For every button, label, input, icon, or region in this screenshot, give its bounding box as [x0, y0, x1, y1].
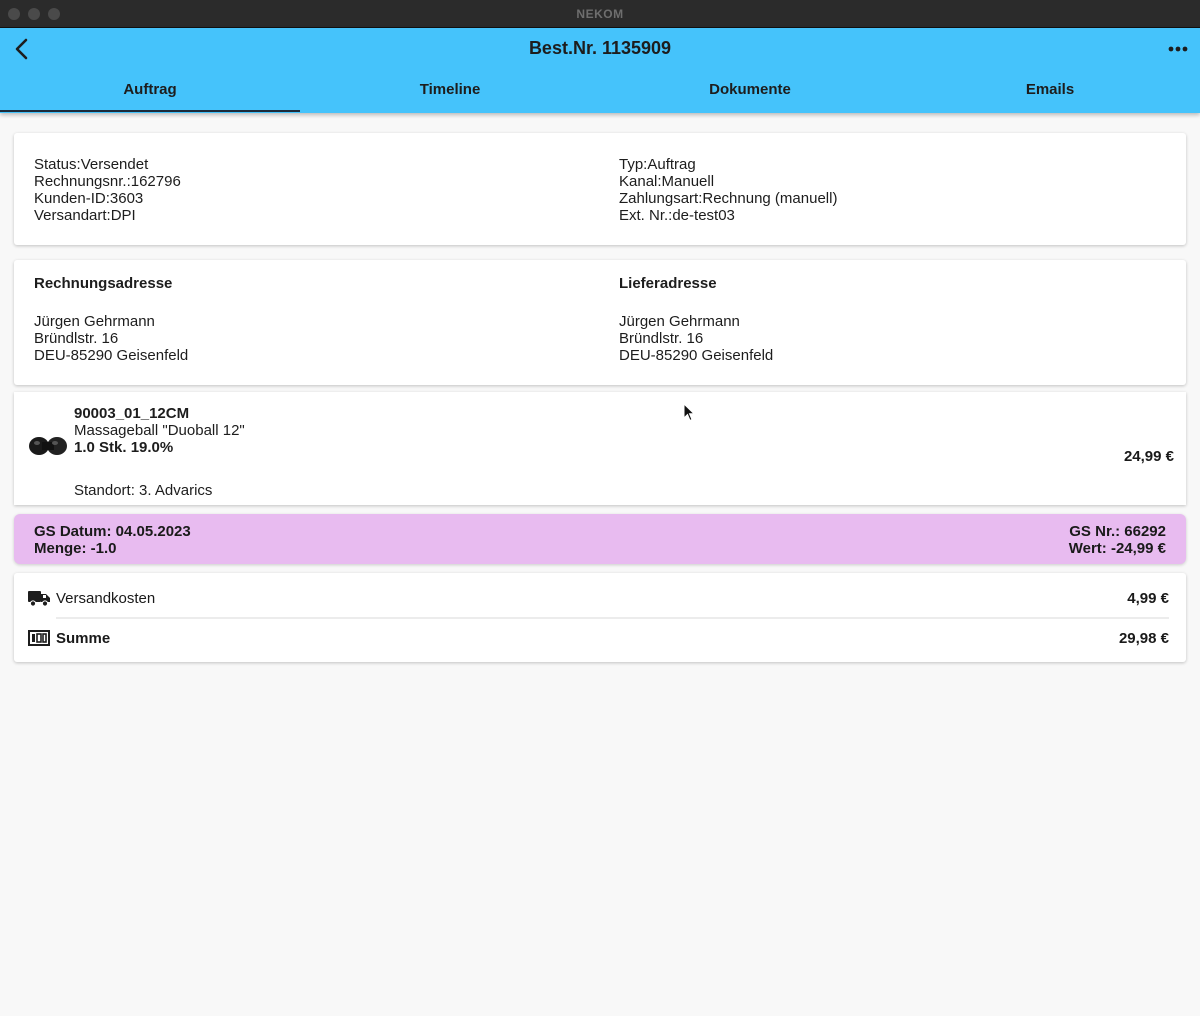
tab-auftrag[interactable]: Auftrag	[0, 78, 300, 113]
credit-note-card: GS Datum: 04.05.2023 Menge: -1.0 GS Nr.:…	[14, 514, 1186, 564]
money-icon	[28, 630, 50, 646]
external-number-text: Ext. Nr.:de-test03	[619, 207, 735, 224]
shipping-cost-row: Versandkosten 4,99 €	[14, 578, 1186, 618]
credit-note-right: GS Nr.: 66292 Wert: -24,99 €	[1069, 523, 1166, 557]
item-name: Massageball "Duoball 12"	[74, 422, 245, 439]
more-options-button[interactable]	[1166, 38, 1190, 60]
tab-bar: Auftrag Timeline Dokumente Emails	[0, 78, 1200, 113]
order-info-left: Status:Versendet Rechnungsnr.:162796 Kun…	[34, 156, 181, 224]
mouse-pointer-icon	[683, 403, 695, 422]
app-bar: Best.Nr. 1135909 Auftrag Timeline Dokume…	[0, 28, 1200, 113]
billing-address-heading: Rechnungsadresse	[34, 275, 173, 292]
order-info-card: Status:Versendet Rechnungsnr.:162796 Kun…	[14, 133, 1186, 245]
order-item-card[interactable]: 90003_01_12CM Massageball "Duoball 12" 1…	[14, 392, 1186, 505]
truck-icon	[28, 591, 50, 607]
tab-timeline[interactable]: Timeline	[300, 78, 600, 113]
billing-address: Rechnungsadresse Jürgen Gehrmann Bründls…	[34, 275, 188, 364]
tab-dokumente[interactable]: Dokumente	[600, 78, 900, 113]
item-details: 90003_01_12CM Massageball "Duoball 12" 1…	[74, 405, 245, 499]
item-location: Standort: 3. Advarics	[74, 482, 213, 499]
credit-note-number: GS Nr.: 66292	[1069, 523, 1166, 540]
credit-note-quantity: Menge: -1.0	[34, 540, 117, 557]
item-price: 24,99 €	[1123, 448, 1174, 465]
type-text: Typ:Auftrag	[619, 156, 696, 173]
shipping-address: Lieferadresse Jürgen Gehrmann Bründlstr.…	[619, 275, 773, 364]
sum-value: 29,98 €	[1118, 630, 1169, 647]
channel-text: Kanal:Manuell	[619, 173, 715, 190]
shipping-street: Bründlstr. 16	[619, 330, 704, 347]
window-title: NEKOM	[576, 7, 624, 21]
shipping-method-text: Versandart:DPI	[34, 207, 136, 224]
billing-city: DEU-85290 Geisenfeld	[34, 347, 189, 364]
credit-note-date: GS Datum: 04.05.2023	[34, 523, 191, 540]
shipping-city: DEU-85290 Geisenfeld	[619, 347, 774, 364]
sum-label: Summe	[56, 630, 111, 647]
order-info-right: Typ:Auftrag Kanal:Manuell Zahlungsart:Re…	[619, 156, 837, 224]
status-text: Status:Versendet	[34, 156, 149, 173]
customer-id-text: Kunden-ID:3603	[34, 190, 144, 207]
item-quantity-tax: 1.0 Stk. 19.0%	[74, 439, 174, 456]
shipping-cost-label: Versandkosten	[56, 590, 156, 607]
more-horizontal-icon	[1168, 46, 1188, 52]
shipping-address-heading: Lieferadresse	[619, 275, 717, 292]
window-titlebar: NEKOM	[0, 0, 1200, 28]
totals-card: Versandkosten 4,99 € Summe 29,98 €	[14, 573, 1186, 662]
shipping-name: Jürgen Gehrmann	[619, 313, 740, 330]
credit-note-value: Wert: -24,99 €	[1068, 540, 1166, 557]
payment-method-text: Zahlungsart:Rechnung (manuell)	[619, 190, 838, 207]
billing-name: Jürgen Gehrmann	[34, 313, 155, 330]
item-sku: 90003_01_12CM	[74, 405, 190, 422]
tab-emails[interactable]: Emails	[900, 78, 1200, 113]
credit-note-left: GS Datum: 04.05.2023 Menge: -1.0	[34, 523, 191, 557]
page-title: Best.Nr. 1135909	[528, 38, 672, 58]
shipping-cost-value: 4,99 €	[1127, 590, 1169, 607]
invoice-number-text: Rechnungsnr.:162796	[34, 173, 181, 190]
sum-row: Summe 29,98 €	[14, 618, 1186, 658]
product-image	[29, 437, 67, 455]
billing-street: Bründlstr. 16	[34, 330, 119, 347]
address-card: Rechnungsadresse Jürgen Gehrmann Bründls…	[14, 260, 1186, 385]
